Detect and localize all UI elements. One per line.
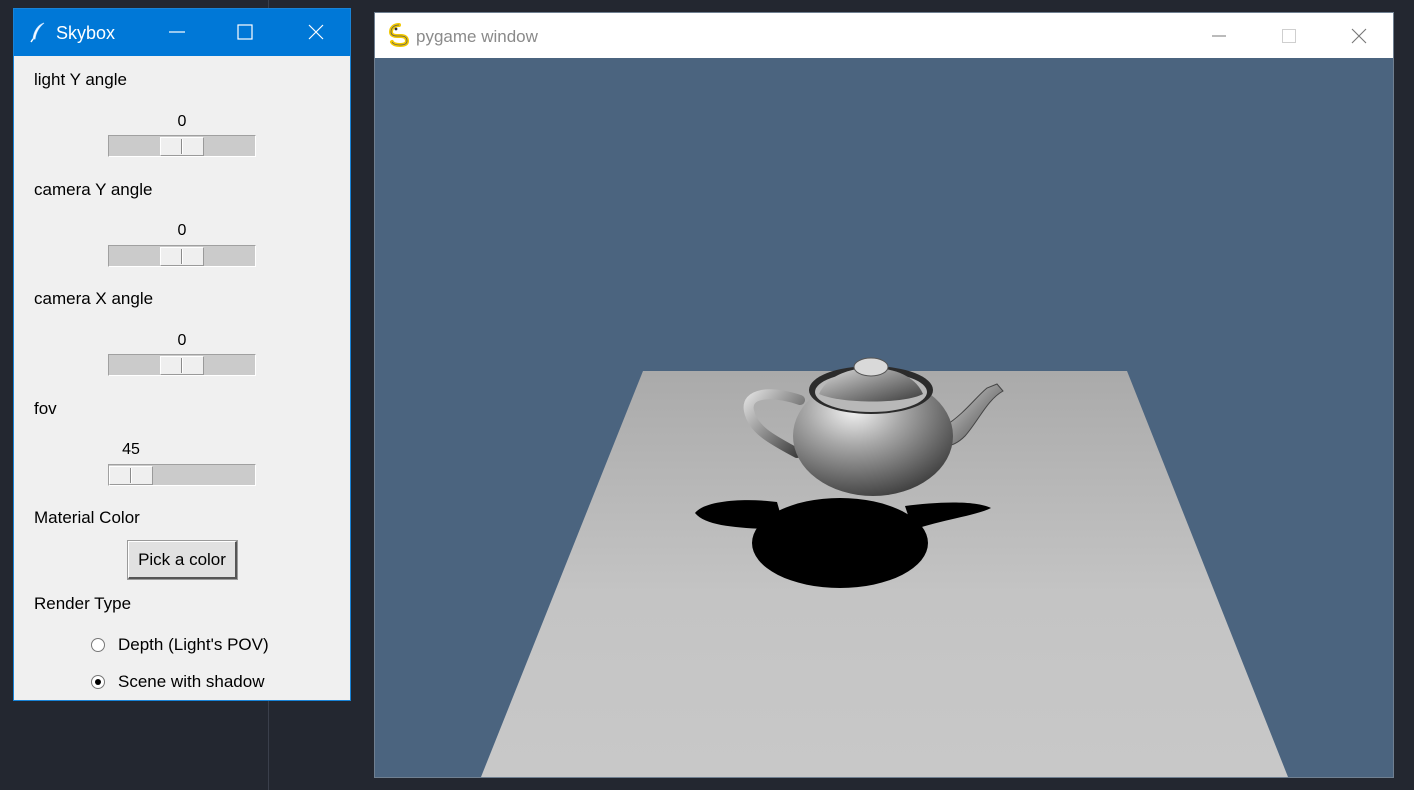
feather-icon bbox=[30, 22, 45, 43]
skybox-window: Skybox light Y angle 0 camera Y angle 0 … bbox=[13, 8, 351, 701]
light-y-label: light Y angle bbox=[34, 70, 127, 89]
maximize-icon[interactable] bbox=[1281, 28, 1297, 44]
window-title: Skybox bbox=[56, 23, 116, 43]
radio-label: Scene with shadow bbox=[118, 672, 265, 691]
close-button[interactable] bbox=[293, 9, 339, 56]
minimize-icon[interactable] bbox=[1211, 28, 1227, 44]
light-y-slider-handle[interactable] bbox=[160, 137, 204, 156]
camera-x-label: camera X angle bbox=[34, 289, 154, 308]
fov-label: fov bbox=[34, 399, 57, 418]
light-y-value: 0 bbox=[177, 113, 187, 130]
fov-value: 45 bbox=[122, 441, 140, 458]
radio-depth-light-pov[interactable]: Depth (Light's POV) bbox=[91, 634, 269, 656]
window-title: pygame window bbox=[416, 27, 538, 46]
light-y-slider[interactable] bbox=[108, 135, 256, 157]
render-canvas[interactable] bbox=[375, 58, 1393, 777]
radio-label: Depth (Light's POV) bbox=[118, 635, 269, 654]
pygame-snake-icon bbox=[388, 23, 410, 47]
close-icon[interactable] bbox=[1351, 28, 1367, 44]
radio-button[interactable] bbox=[91, 638, 105, 652]
fov-slider[interactable] bbox=[108, 464, 256, 486]
camera-y-label: camera Y angle bbox=[34, 180, 153, 199]
radio-scene-with-shadow[interactable]: Scene with shadow bbox=[91, 671, 264, 693]
material-color-label: Material Color bbox=[34, 508, 140, 527]
maximize-button[interactable] bbox=[222, 9, 268, 56]
camera-y-slider[interactable] bbox=[108, 245, 256, 267]
camera-x-slider[interactable] bbox=[108, 354, 256, 376]
pick-color-button[interactable]: Pick a color bbox=[127, 540, 238, 580]
controls-panel: light Y angle 0 camera Y angle 0 camera … bbox=[14, 56, 350, 700]
pygame-titlebar[interactable]: pygame window bbox=[375, 13, 1393, 58]
render-type-label: Render Type bbox=[34, 594, 132, 613]
camera-x-value: 0 bbox=[177, 332, 187, 349]
maximize-icon bbox=[237, 24, 253, 40]
radio-button[interactable] bbox=[91, 675, 105, 689]
camera-y-value: 0 bbox=[177, 222, 187, 239]
minimize-icon bbox=[169, 31, 185, 33]
close-icon bbox=[308, 24, 324, 40]
skybox-titlebar[interactable]: Skybox bbox=[14, 9, 350, 56]
fov-slider-handle[interactable] bbox=[109, 466, 153, 485]
camera-y-slider-handle[interactable] bbox=[160, 247, 204, 266]
camera-x-slider-handle[interactable] bbox=[160, 356, 204, 375]
minimize-button[interactable] bbox=[154, 9, 200, 56]
pygame-window: pygame window bbox=[374, 12, 1394, 778]
